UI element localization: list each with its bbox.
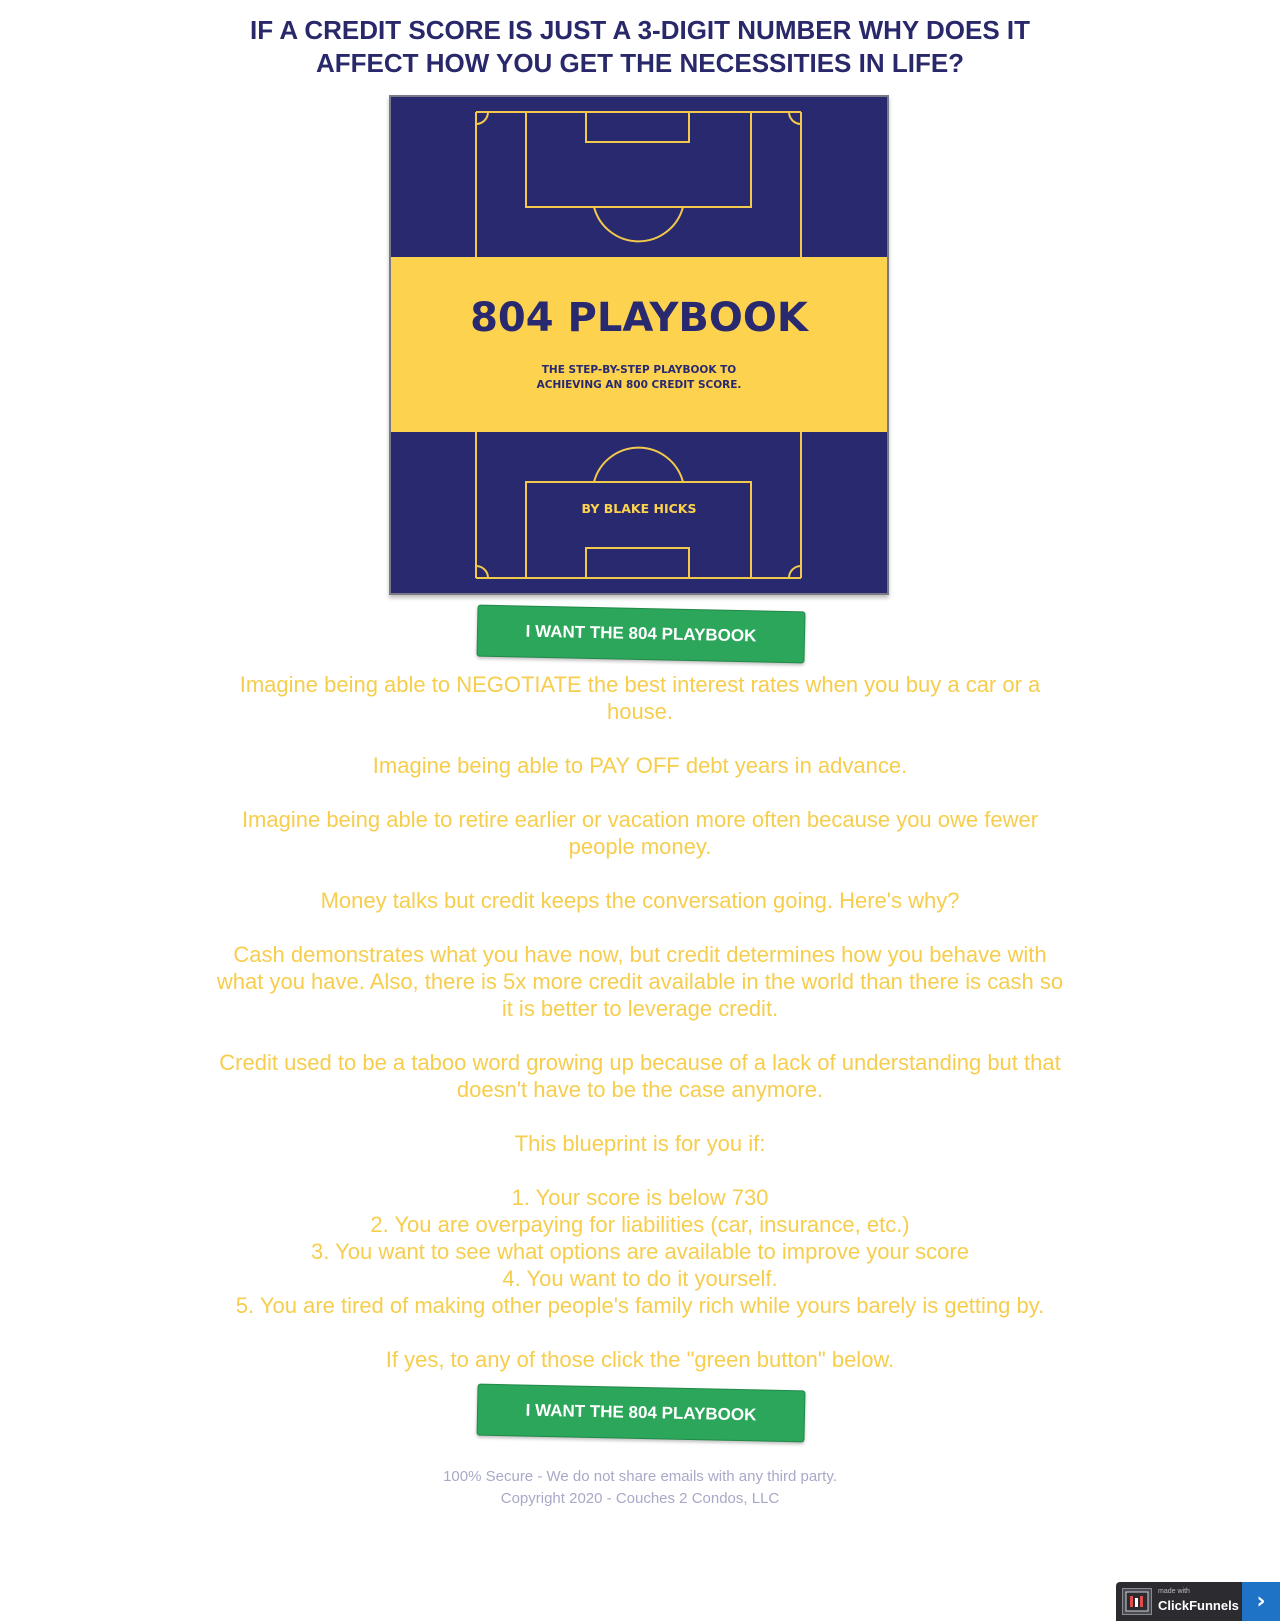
list-item: 3. You want to see what options are avai… <box>311 1239 969 1264</box>
copy-paragraph-blueprint: This blueprint is for you if: <box>514 1131 766 1156</box>
copy-paragraph-pay-off: Imagine being able to PAY OFF debt years… <box>372 753 908 778</box>
copy-paragraph-cash: Cash demonstrates what you have now, but… <box>216 942 1064 1021</box>
list-item: 4. You want to do it yourself. <box>502 1266 778 1291</box>
copy-paragraph-money-talks: Money talks but credit keeps the convers… <box>320 888 960 913</box>
badge-made-with-label: made with <box>1158 1588 1190 1595</box>
sales-copy: Imagine being able to NEGOTIATE the best… <box>210 671 1070 1400</box>
cta-button-top[interactable]: I WANT THE 804 PLAYBOOK <box>476 604 806 664</box>
headline-line-2: AFFECT HOW YOU GET THE NECESSITIES IN LI… <box>315 48 965 78</box>
list-item: 5. You are tired of making other people'… <box>235 1293 1045 1318</box>
cta-button-bottom[interactable]: I WANT THE 804 PLAYBOOK <box>476 1383 806 1443</box>
book-subtitle-line-1: THE STEP-BY-STEP PLAYBOOK TO <box>542 364 737 376</box>
copyright-text: Copyright 2020 - Couches 2 Condos, LLC <box>500 1490 780 1507</box>
security-notice: 100% Secure - We do not share emails wit… <box>443 1468 837 1485</box>
page-footer: 100% Secure - We do not share emails wit… <box>240 1466 1040 1510</box>
copy-paragraph-retire: Imagine being able to retire earlier or … <box>241 807 1039 859</box>
clickfunnels-badge[interactable]: made with ClickFunnels › <box>1116 1582 1280 1621</box>
page-headline: IF A CREDIT SCORE IS JUST A 3-DIGIT NUMB… <box>200 14 1080 80</box>
book-subtitle-line-2: ACHIEVING AN 800 CREDIT SCORE. <box>537 379 742 391</box>
copy-paragraph-if-yes: If yes, to any of those click the "green… <box>385 1347 895 1372</box>
list-item: 1. Your score is below 730 <box>511 1185 769 1210</box>
chevron-right-icon[interactable]: › <box>1242 1582 1280 1621</box>
book-author: BY BLAKE HICKS <box>582 501 697 516</box>
list-item: 2. You are overpaying for liabilities (c… <box>370 1212 910 1237</box>
copy-paragraph-negotiate: Imagine being able to NEGOTIATE the best… <box>239 672 1041 724</box>
copy-paragraph-taboo: Credit used to be a taboo word growing u… <box>219 1050 1061 1102</box>
badge-brand-name: ClickFunnels <box>1158 1598 1239 1613</box>
book-cover-image: 804 PLAYBOOK THE STEP-BY-STEP PLAYBOOK T… <box>389 95 889 595</box>
qualifier-list: 1. Your score is below 730 2. You are ov… <box>210 1184 1070 1319</box>
landing-page: IF A CREDIT SCORE IS JUST A 3-DIGIT NUMB… <box>0 0 1280 1621</box>
clickfunnels-logo-icon <box>1122 1588 1152 1615</box>
headline-line-1: IF A CREDIT SCORE IS JUST A 3-DIGIT NUMB… <box>249 15 1031 45</box>
book-cover-art: 804 PLAYBOOK THE STEP-BY-STEP PLAYBOOK T… <box>391 97 887 593</box>
book-title: 804 PLAYBOOK <box>470 295 810 341</box>
